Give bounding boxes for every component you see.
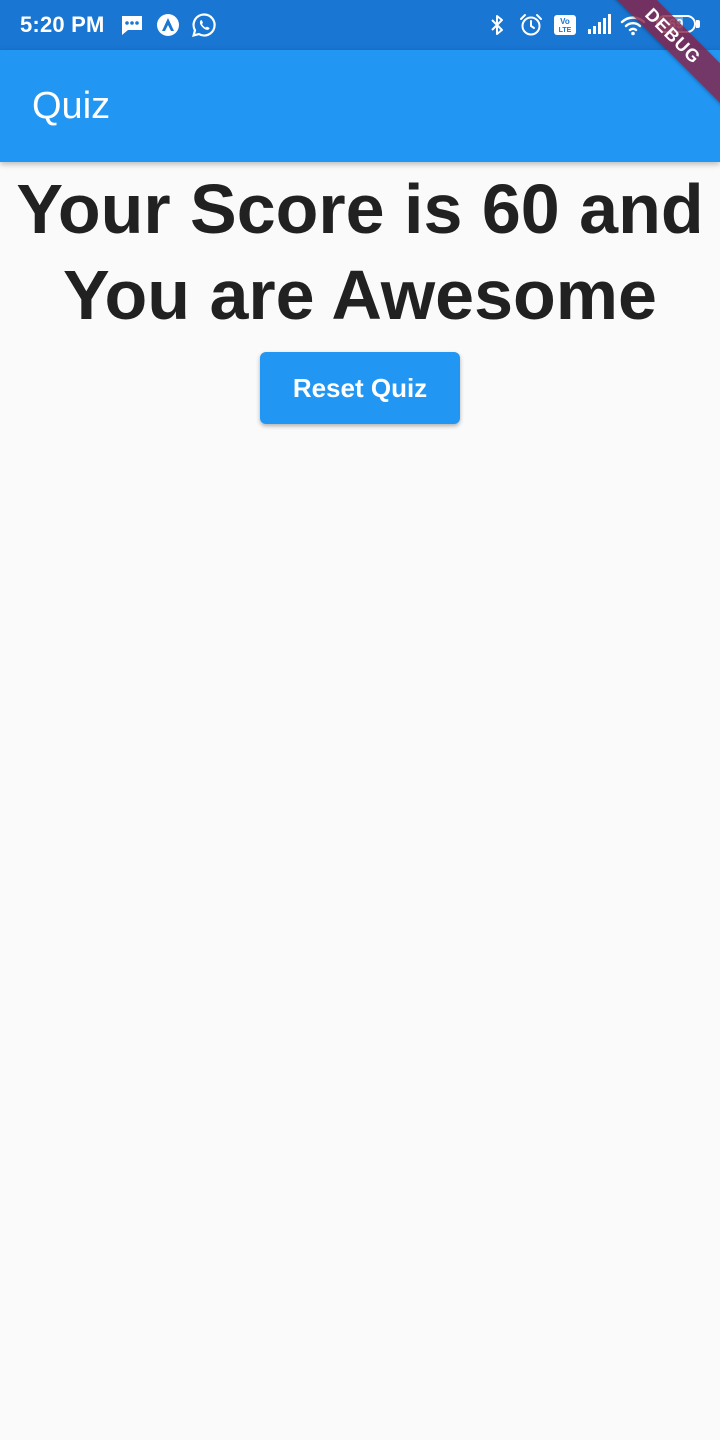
- status-right: Vo LTE 69: [476, 0, 702, 50]
- app-bar: Quiz: [0, 50, 720, 162]
- bluetooth-icon: [491, 15, 503, 35]
- app-title: Quiz: [32, 85, 111, 127]
- status-left: 5:20 PM: [20, 0, 227, 50]
- battery-level: 69: [668, 16, 684, 31]
- result-message: Your Score is 60 and You are Awesome: [16, 170, 704, 334]
- reset-quiz-button[interactable]: Reset Quiz: [260, 352, 460, 424]
- signal-icon: [588, 14, 611, 34]
- result-section: Your Score is 60 and You are Awesome Res…: [0, 162, 720, 424]
- svg-text:Vo: Vo: [560, 17, 570, 26]
- whatsapp-icon: [191, 13, 216, 38]
- status-time: 5:20 PM: [20, 12, 105, 37]
- navigation-app-icon: [156, 14, 179, 36]
- battery-indicator: 69: [656, 15, 702, 35]
- battery-tip: [696, 20, 700, 28]
- alarm-icon: [520, 14, 542, 36]
- wifi-icon: [620, 16, 646, 36]
- svg-text:LTE: LTE: [559, 27, 572, 34]
- volte-icon: Vo LTE: [554, 15, 576, 35]
- message-icon: [121, 16, 142, 35]
- status-bar: 5:20 PM Vo LTE 69: [0, 0, 720, 50]
